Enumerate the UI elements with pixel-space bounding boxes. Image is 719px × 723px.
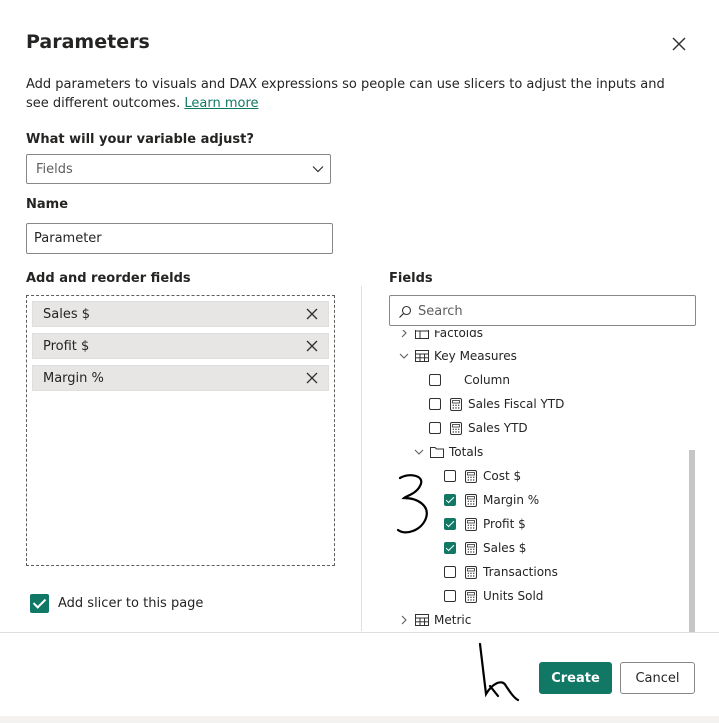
calculator-icon [465,517,477,531]
calculator-icon [465,565,477,579]
name-label: Name [26,197,69,212]
name-input[interactable] [26,223,333,254]
field-chip-label: Sales $ [43,307,91,322]
tree-node-label: Factoids [434,330,484,340]
chevron-down-icon [399,353,409,359]
tree-item-transactions[interactable]: Transactions [444,562,558,582]
search-icon [399,305,412,318]
tree-item-label: Sales Fiscal YTD [468,397,565,411]
fields-tree[interactable]: Factoids Key Measures Column Sales Fisca… [389,330,699,632]
checkbox[interactable] [429,398,441,410]
table-icon [415,350,429,362]
field-chip-label: Profit $ [43,339,90,354]
reorder-fields-box[interactable]: Sales $ Profit $ Margin % [26,295,335,566]
learn-more-link[interactable]: Learn more [184,96,258,111]
calculator-icon [465,589,477,603]
add-slicer-label: Add slicer to this page [58,596,204,611]
search-input[interactable] [416,300,690,323]
column-divider [361,286,362,631]
description-text: Add parameters to visuals and DAX expres… [26,77,665,111]
variable-selected-value: Fields [36,162,73,177]
tree-item-cost[interactable]: Cost $ [444,466,521,486]
tree-item-margin[interactable]: Margin % [444,490,539,510]
checkbox[interactable] [429,422,441,434]
checkbox-checked[interactable] [444,542,456,554]
remove-field-icon[interactable] [305,307,319,321]
fields-label: Fields [389,271,433,286]
tree-node-key-measures[interactable]: Key Measures [399,346,517,366]
tree-item-label: Column [464,373,510,387]
calculator-icon [465,493,477,507]
tree-item-label: Transactions [483,565,558,579]
tree-item-sales-fiscal-ytd[interactable]: Sales Fiscal YTD [429,394,564,414]
fields-search[interactable] [389,295,696,326]
table-icon [415,614,429,626]
tree-node-metric[interactable]: Metric [399,610,471,630]
tree-scrollbar[interactable] [689,450,695,632]
parameters-dialog: Parameters Add parameters to visuals and… [0,0,719,723]
tree-item-label: Cost $ [483,469,522,483]
calculator-icon [465,469,477,483]
tree-node-label: Metric [434,613,472,627]
calculator-icon [450,421,462,435]
checkbox[interactable] [444,566,456,578]
calculator-icon [450,397,462,411]
dialog-title: Parameters [26,31,150,53]
tree-item-column[interactable]: Column [429,370,510,390]
tree-node-label: Totals [449,445,484,459]
field-chip-margin[interactable]: Margin % [32,365,329,391]
tree-item-label: Sales YTD [468,421,528,435]
folder-icon [430,447,444,458]
remove-field-icon[interactable] [305,339,319,353]
tree-item-units-sold[interactable]: Units Sold [444,586,543,606]
remove-field-icon[interactable] [305,371,319,385]
field-chip-label: Margin % [43,371,104,386]
close-icon[interactable] [668,33,690,55]
chevron-down-icon [414,449,424,455]
checkbox[interactable] [429,374,441,386]
checkbox-checked[interactable] [444,518,456,530]
add-slicer-checkbox[interactable] [30,594,49,613]
tree-item-label: Margin % [483,493,540,507]
variable-dropdown[interactable]: Fields [26,154,331,184]
tree-item-sales[interactable]: Sales $ [444,538,526,558]
tree-node-factoids[interactable]: Factoids [399,330,483,343]
tree-item-label: Units Sold [483,589,544,603]
checkbox[interactable] [444,470,456,482]
tree-item-profit[interactable]: Profit $ [444,514,526,534]
background-strip [0,716,719,723]
chevron-right-icon [401,330,407,338]
handwritten-4-annotation [478,642,520,702]
field-chip-sales[interactable]: Sales $ [32,301,329,327]
dialog-description: Add parameters to visuals and DAX expres… [26,75,666,113]
table-icon [415,330,429,339]
chevron-right-icon [401,615,407,625]
calculator-icon [465,541,477,555]
create-button[interactable]: Create [539,662,612,694]
footer-divider [0,632,719,633]
reorder-fields-label: Add and reorder fields [26,271,191,286]
field-chip-profit[interactable]: Profit $ [32,333,329,359]
chevron-down-icon [312,166,324,173]
add-slicer-option[interactable]: Add slicer to this page [30,594,203,613]
checkbox[interactable] [444,590,456,602]
tree-item-label: Sales $ [483,541,527,555]
cancel-button[interactable]: Cancel [620,662,695,694]
tree-item-sales-ytd[interactable]: Sales YTD [429,418,528,438]
tree-node-totals[interactable]: Totals [414,442,483,462]
checkbox-checked[interactable] [444,494,456,506]
tree-node-label: Key Measures [434,349,517,363]
variable-label: What will your variable adjust? [26,132,254,147]
tree-item-label: Profit $ [483,517,526,531]
